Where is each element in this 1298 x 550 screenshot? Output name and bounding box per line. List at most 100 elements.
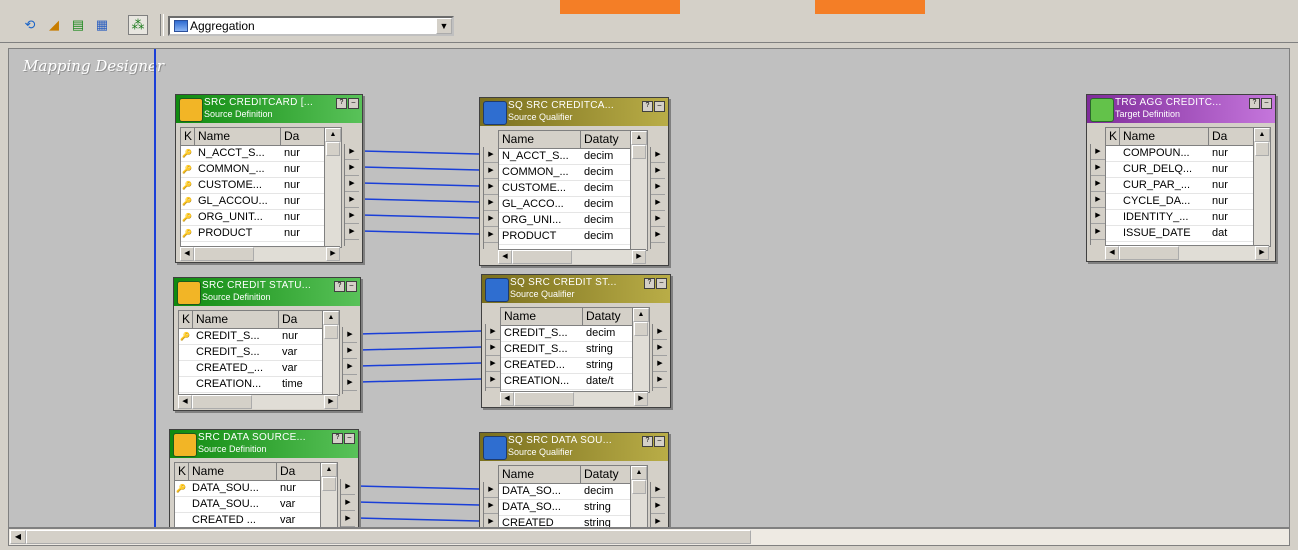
- info-icon[interactable]: ?: [642, 436, 653, 447]
- port-link[interactable]: [360, 166, 480, 171]
- port-row[interactable]: CREDIT_S... string: [501, 342, 649, 358]
- port-link[interactable]: [360, 198, 480, 203]
- output-port-arrow-icon[interactable]: ▶: [651, 195, 665, 211]
- port-row[interactable]: CREDIT_S... decim: [501, 326, 649, 342]
- port-row[interactable]: 🔑 CREDIT_S... nur: [179, 329, 339, 345]
- node-horizontal-scrollbar[interactable]: ◀ ▶: [178, 394, 338, 409]
- ports-grid[interactable]: K Name Da 🔑 N_ACCT_S... nur 🔑 COMMON_... nur 🔑 CUS…: [180, 127, 342, 248]
- ports-grid[interactable]: K Name Da 🔑 DATA_SOU... nur DATA_SOU... var CREA…: [174, 462, 338, 527]
- mapping-canvas[interactable]: Mapping Designer SRC CREDITCARD [... Sour…: [8, 48, 1290, 528]
- output-port-arrow-icon[interactable]: ▶: [341, 479, 355, 495]
- port-row[interactable]: PRODUCT decim: [499, 229, 647, 245]
- port-link[interactable]: [356, 501, 480, 506]
- port-row[interactable]: CYCLE_DA... nur: [1106, 194, 1270, 210]
- node-header[interactable]: SQ SRC CREDITCA... Source Qualifier? –: [480, 98, 668, 126]
- vertical-scrollbar[interactable]: ▲: [632, 308, 649, 392]
- output-port-arrow-icon[interactable]: ▶: [651, 498, 665, 514]
- scroll-right-icon[interactable]: ▶: [1255, 246, 1269, 260]
- node-horizontal-scrollbar[interactable]: ◀ ▶: [498, 249, 646, 264]
- sq-credit-status-node[interactable]: SQ SRC CREDIT ST... Source Qualifier? – Nam…: [481, 274, 671, 408]
- port-link[interactable]: [358, 378, 482, 383]
- output-port-arrow-icon[interactable]: ▶: [651, 163, 665, 179]
- input-port-arrow-icon[interactable]: ▶: [486, 356, 500, 372]
- port-row[interactable]: 🔑 DATA_SOU... nur: [175, 481, 337, 497]
- src-data-source-node[interactable]: SRC DATA SOURCE... Source Definition? – K Na…: [169, 429, 359, 527]
- port-link[interactable]: [358, 346, 482, 351]
- scroll-thumb[interactable]: [1119, 246, 1179, 260]
- port-row[interactable]: CUR_PAR_... nur: [1106, 178, 1270, 194]
- input-port-arrow-icon[interactable]: ▶: [486, 372, 500, 388]
- scroll-thumb[interactable]: [1255, 142, 1269, 156]
- vertical-scrollbar[interactable]: ▲: [630, 466, 647, 527]
- node-horizontal-scrollbar[interactable]: ◀ ▶: [1105, 245, 1269, 260]
- port-row[interactable]: COMMON_... decim: [499, 165, 647, 181]
- output-port-arrow-icon[interactable]: ▶: [343, 375, 357, 391]
- scroll-up-icon[interactable]: ▲: [325, 128, 341, 142]
- minimize-icon[interactable]: –: [1261, 98, 1272, 109]
- input-port-arrow-icon[interactable]: ▶: [484, 147, 498, 163]
- info-icon[interactable]: ?: [332, 433, 343, 444]
- scroll-up-icon[interactable]: ▲: [323, 311, 339, 325]
- ports-grid[interactable]: K Name Da 🔑 CREDIT_S... nur CREDIT_S... var CREA…: [178, 310, 340, 396]
- node-header[interactable]: TRG AGG CREDITC... Target Definition? –: [1087, 95, 1275, 123]
- input-port-arrow-icon[interactable]: ▶: [486, 340, 500, 356]
- port-row[interactable]: DATA_SO... decim: [499, 484, 647, 500]
- scroll-thumb[interactable]: [632, 145, 646, 159]
- input-port-arrow-icon[interactable]: ▶: [484, 514, 498, 527]
- port-link[interactable]: [356, 517, 480, 522]
- sq-data-source-node[interactable]: SQ SRC DATA SOU... Source Qualifier? – Name…: [479, 432, 669, 527]
- port-row[interactable]: 🔑 PRODUCT nur: [181, 226, 341, 242]
- scroll-thumb[interactable]: [324, 325, 338, 339]
- port-row[interactable]: CREDIT_S... var: [179, 345, 339, 361]
- port-row[interactable]: CUR_DELQ... nur: [1106, 162, 1270, 178]
- scroll-up-icon[interactable]: ▲: [631, 466, 647, 480]
- scroll-up-icon[interactable]: ▲: [1254, 128, 1270, 142]
- scroll-thumb[interactable]: [634, 322, 648, 336]
- vertical-scrollbar[interactable]: ▲: [324, 128, 341, 247]
- scroll-thumb[interactable]: [26, 530, 751, 544]
- input-port-arrow-icon[interactable]: ▶: [484, 179, 498, 195]
- mapping-select[interactable]: Aggregation ▼: [168, 16, 454, 36]
- port-link[interactable]: [360, 150, 480, 155]
- vertical-scrollbar[interactable]: ▲: [322, 311, 339, 395]
- port-row[interactable]: CUSTOME... decim: [499, 181, 647, 197]
- scroll-right-icon[interactable]: ▶: [632, 250, 646, 264]
- node-header[interactable]: SQ SRC DATA SOU... Source Qualifier? –: [480, 433, 668, 461]
- info-icon[interactable]: ?: [644, 278, 655, 289]
- mapping-designer-icon[interactable]: ⁂: [128, 15, 148, 35]
- output-port-arrow-icon[interactable]: ▶: [653, 324, 667, 340]
- output-port-arrow-icon[interactable]: ▶: [341, 511, 355, 527]
- output-port-arrow-icon[interactable]: ▶: [653, 340, 667, 356]
- scroll-left-icon[interactable]: ◀: [180, 247, 194, 261]
- port-row[interactable]: ISSUE_DATE dat: [1106, 226, 1270, 242]
- input-port-arrow-icon[interactable]: ▶: [1091, 176, 1105, 192]
- node-header[interactable]: SRC CREDIT STATU... Source Definition? –: [174, 278, 360, 306]
- port-link[interactable]: [360, 214, 480, 219]
- port-row[interactable]: DATA_SO... string: [499, 500, 647, 516]
- info-icon[interactable]: ?: [336, 98, 347, 109]
- ports-grid[interactable]: Name Dataty N_ACCT_S... decim COMMON_... deci…: [498, 130, 648, 251]
- horizontal-scrollbar[interactable]: ◀: [8, 528, 1290, 546]
- minimize-icon[interactable]: –: [654, 436, 665, 447]
- output-port-arrow-icon[interactable]: ▶: [651, 227, 665, 243]
- port-row[interactable]: ORG_UNI... decim: [499, 213, 647, 229]
- minimize-icon[interactable]: –: [654, 101, 665, 112]
- input-port-arrow-icon[interactable]: ▶: [1091, 208, 1105, 224]
- port-row[interactable]: CREATED... string: [501, 358, 649, 374]
- port-row[interactable]: 🔑 N_ACCT_S... nur: [181, 146, 341, 162]
- scroll-left-icon[interactable]: ◀: [10, 530, 26, 544]
- scroll-thumb[interactable]: [322, 477, 336, 491]
- scroll-up-icon[interactable]: ▲: [321, 463, 337, 477]
- scroll-thumb[interactable]: [632, 480, 646, 494]
- scroll-thumb[interactable]: [326, 142, 340, 156]
- transformation-developer-icon[interactable]: ▤: [68, 15, 88, 35]
- vertical-scrollbar[interactable]: ▲: [320, 463, 337, 527]
- minimize-icon[interactable]: –: [346, 281, 357, 292]
- node-header[interactable]: SRC DATA SOURCE... Source Definition? –: [170, 430, 358, 458]
- minimize-icon[interactable]: –: [348, 98, 359, 109]
- port-row[interactable]: N_ACCT_S... decim: [499, 149, 647, 165]
- input-port-arrow-icon[interactable]: ▶: [484, 227, 498, 243]
- port-row[interactable]: 🔑 COMMON_... nur: [181, 162, 341, 178]
- scroll-thumb[interactable]: [194, 247, 254, 261]
- mapplet-designer-icon[interactable]: ▦: [92, 15, 112, 35]
